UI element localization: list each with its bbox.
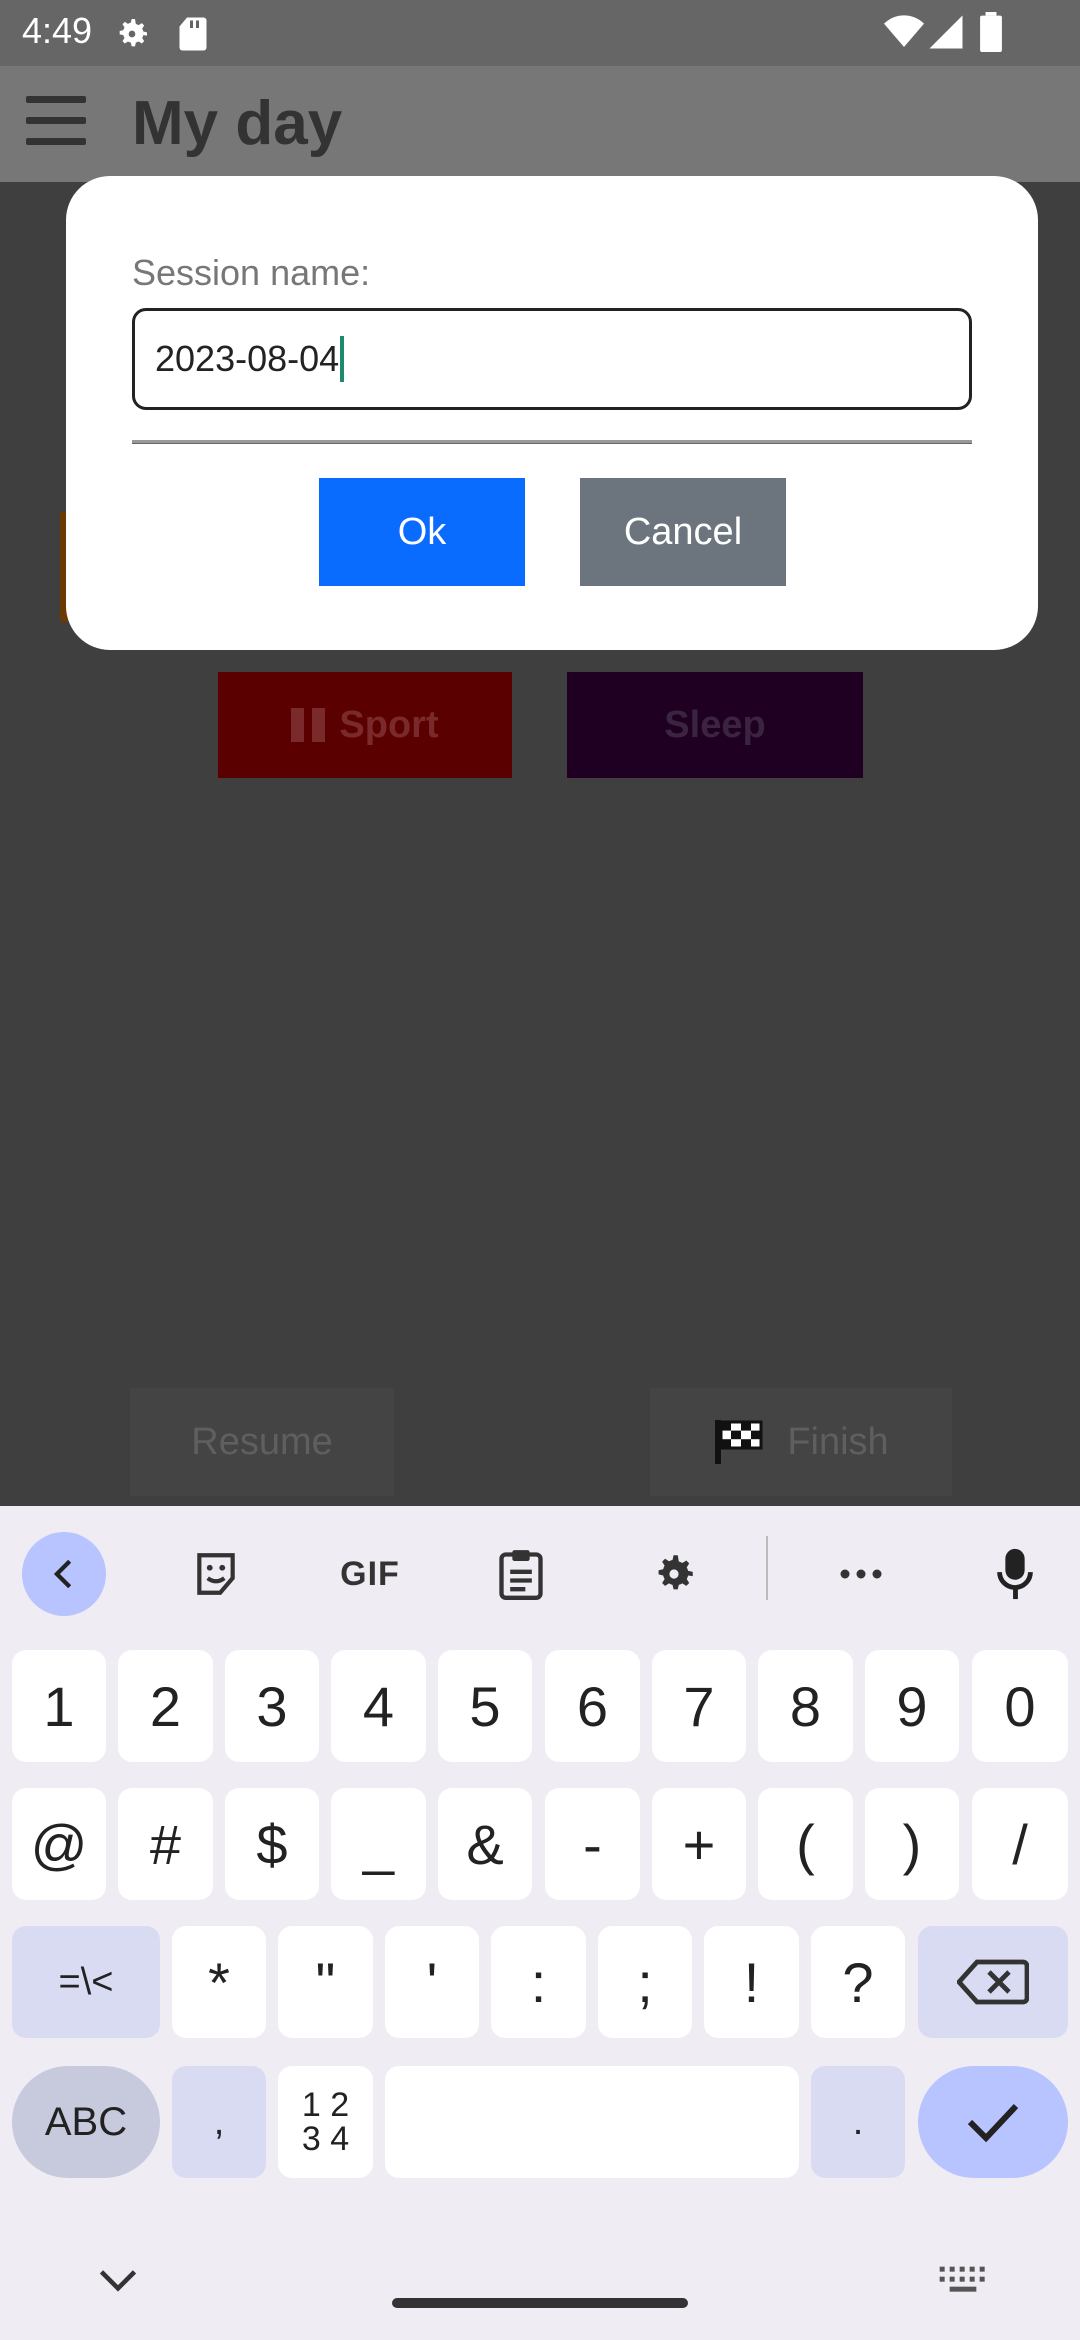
- keyboard-settings-button[interactable]: [646, 1526, 702, 1622]
- cell-signal-icon: [929, 15, 963, 49]
- key-3[interactable]: 3: [225, 1650, 319, 1762]
- resume-button-label: Resume: [191, 1420, 333, 1463]
- settings-icon: [658, 1555, 693, 1590]
- status-bar: 4:49: [0, 0, 1080, 66]
- sport-button[interactable]: Sport: [218, 672, 512, 778]
- gif-button[interactable]: GIF: [330, 1526, 410, 1622]
- sleep-button[interactable]: Sleep: [567, 672, 863, 778]
- keyboard-back-button[interactable]: [22, 1532, 106, 1616]
- settings-gear-icon: [119, 19, 147, 47]
- wifi-icon: [884, 15, 924, 47]
- battery-icon: [980, 12, 1002, 52]
- key-8[interactable]: 8: [758, 1650, 853, 1762]
- text-cursor: [340, 336, 345, 382]
- key-more-symbols[interactable]: =\<: [12, 1926, 160, 2038]
- enter-key[interactable]: [918, 2066, 1068, 2178]
- key-open-paren[interactable]: (: [758, 1788, 853, 1900]
- cancel-button[interactable]: Cancel: [580, 478, 786, 586]
- status-time: 4:49: [22, 10, 93, 51]
- key-2[interactable]: 2: [118, 1650, 213, 1762]
- key-6[interactable]: 6: [545, 1650, 640, 1762]
- key-asterisk[interactable]: *: [172, 1926, 266, 2038]
- toolbar-divider: [766, 1536, 768, 1600]
- soft-keyboard: GIF 1 2 3 4 5 6 7 8 9 0 @ # $ _ & - + ( …: [0, 1506, 1080, 2340]
- numpad-key[interactable]: 1 2 3 4: [278, 2066, 373, 2178]
- key-comma[interactable]: ,: [172, 2066, 266, 2178]
- key-hash[interactable]: #: [118, 1788, 213, 1900]
- key-7[interactable]: 7: [652, 1650, 746, 1762]
- cancel-button-label: Cancel: [623, 510, 743, 553]
- key-exclamation[interactable]: !: [704, 1926, 799, 2038]
- home-indicator[interactable]: [392, 2298, 688, 2308]
- key-colon[interactable]: :: [491, 1926, 586, 2038]
- key-close-paren[interactable]: ): [865, 1788, 959, 1900]
- finish-button-label: Finish: [787, 1420, 889, 1463]
- key-question[interactable]: ?: [811, 1926, 905, 2038]
- key-9[interactable]: 9: [865, 1650, 959, 1762]
- more-button[interactable]: [836, 1526, 886, 1622]
- hide-keyboard-chevron-icon[interactable]: [96, 2266, 140, 2296]
- ok-button-label: Ok: [397, 510, 447, 553]
- resume-button[interactable]: Resume: [130, 1388, 394, 1496]
- abc-key[interactable]: ABC: [12, 2066, 160, 2178]
- key-slash[interactable]: /: [972, 1788, 1068, 1900]
- sticker-button[interactable]: [186, 1526, 246, 1622]
- sport-button-label: Sport: [339, 703, 439, 746]
- session-name-value: 2023-08-04: [155, 338, 340, 379]
- key-0[interactable]: 0: [972, 1650, 1068, 1762]
- key-5[interactable]: 5: [438, 1650, 532, 1762]
- back-chevron-icon: [53, 1559, 72, 1589]
- sticker-icon: [197, 1553, 235, 1595]
- page-title: My day: [132, 89, 343, 158]
- key-plus[interactable]: +: [652, 1788, 746, 1900]
- key-dollar[interactable]: $: [225, 1788, 319, 1900]
- key-underscore[interactable]: _: [331, 1788, 426, 1900]
- app-bar: My day: [0, 66, 1080, 182]
- pause-icon: [291, 708, 326, 742]
- session-name-label: Session name:: [132, 252, 371, 293]
- more-icon: [840, 1569, 882, 1579]
- key-semicolon[interactable]: ;: [598, 1926, 692, 2038]
- dialog-divider: [132, 440, 972, 444]
- session-name-dialog: Session name: 2023-08-04 Ok Cancel: [66, 176, 1038, 650]
- key-ampersand[interactable]: &: [438, 1788, 532, 1900]
- key-4[interactable]: 4: [331, 1650, 426, 1762]
- checkmark-icon: [967, 2103, 1019, 2142]
- checkered-flag-icon: [715, 1420, 763, 1464]
- ok-button[interactable]: Ok: [319, 478, 525, 586]
- sd-card-icon: [179, 17, 207, 51]
- key-double-quote[interactable]: ": [278, 1926, 373, 2038]
- sleep-button-label: Sleep: [664, 703, 766, 746]
- key-at[interactable]: @: [12, 1788, 106, 1900]
- finish-button[interactable]: Finish: [650, 1388, 952, 1496]
- key-single-quote[interactable]: ': [385, 1926, 479, 2038]
- backspace-icon: [957, 1959, 1029, 2005]
- keyboard-switcher-icon[interactable]: [938, 2262, 988, 2298]
- numpad-key-bottom: 3 4: [301, 2120, 350, 2158]
- hamburger-menu-icon[interactable]: [26, 96, 86, 148]
- clipboard-icon: [499, 1550, 543, 1600]
- gif-icon: GIF: [340, 1554, 400, 1593]
- microphone-icon: [997, 1548, 1033, 1600]
- backspace-key[interactable]: [918, 1926, 1068, 2038]
- clipboard-button[interactable]: [494, 1526, 548, 1622]
- key-1[interactable]: 1: [12, 1650, 106, 1762]
- space-key[interactable]: [385, 2066, 799, 2178]
- voice-input-button[interactable]: [990, 1526, 1040, 1622]
- key-period[interactable]: .: [811, 2066, 905, 2178]
- key-minus[interactable]: -: [545, 1788, 640, 1900]
- session-name-input[interactable]: 2023-08-04: [132, 308, 972, 410]
- numpad-key-top: 1 2: [301, 2086, 350, 2124]
